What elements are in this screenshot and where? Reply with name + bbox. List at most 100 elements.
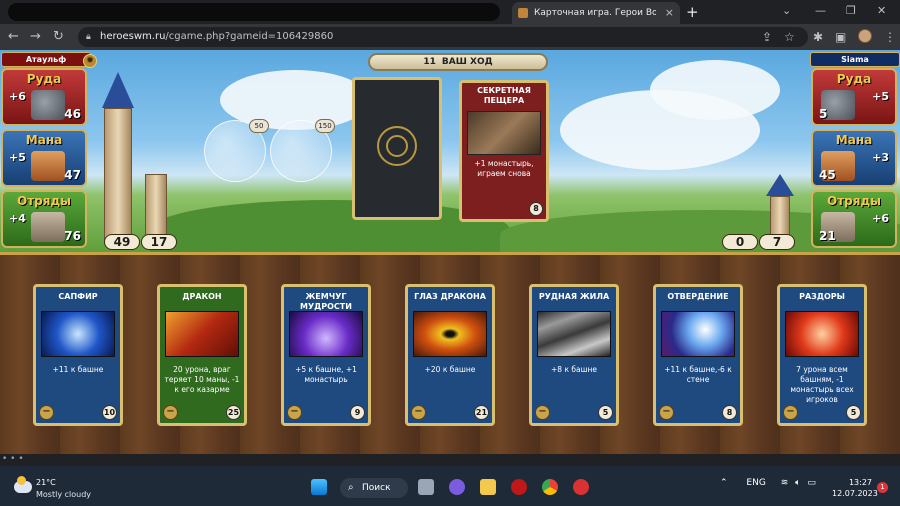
hand-card[interactable]: САПФИР +11 к башне − 10	[33, 284, 123, 426]
card-art	[537, 311, 611, 357]
discard-icon[interactable]: −	[39, 405, 54, 420]
card-title: РУДНАЯ ЖИЛА	[538, 292, 610, 301]
hand-card[interactable]: РАЗДОРЫ 7 урона всем башням, -1 монастыр…	[777, 284, 867, 426]
ore-icon	[31, 90, 65, 120]
card-description: +5 к башне, +1 монастырь	[295, 365, 357, 384]
hand-card[interactable]: ДРАКОН 20 урона, враг теряет 10 маны, -1…	[157, 284, 247, 426]
card-description: +11 к башне,-6 к стене	[664, 365, 732, 384]
battery-icon[interactable]: ▭	[807, 478, 816, 488]
resource-income: +3	[872, 151, 889, 164]
hand-card[interactable]: РУДНАЯ ЖИЛА +8 к башне − 5	[529, 284, 619, 426]
bookmark-star-icon[interactable]: ☆	[784, 28, 795, 46]
resource-income: +5	[872, 90, 889, 103]
clock-time: 13:27	[848, 478, 872, 487]
card-cost: 8	[722, 405, 737, 420]
lock-icon[interactable]: 🔒︎	[86, 27, 91, 47]
discard-icon[interactable]: −	[783, 405, 798, 420]
discard-icon[interactable]: −	[411, 405, 426, 420]
browser-tab-bar: Карточная игра. Герои Войны и Денег × + …	[0, 0, 900, 24]
chat-icon[interactable]	[449, 479, 465, 495]
chevron-up-icon[interactable]: ⌃	[720, 478, 728, 488]
player1-tower	[98, 72, 138, 242]
system-tray[interactable]: ⌃ ENG ≋ 🔈︎ ▭	[720, 478, 816, 488]
card-deck	[352, 77, 442, 220]
resource-label: Руда	[26, 72, 62, 86]
hand-card[interactable]: ГЛАЗ ДРАКОНА +20 к башне − 21	[405, 284, 495, 426]
game-area: Атаульф ✹ Руда +6 46 Мана +5 47 Отряды +…	[0, 50, 900, 454]
chrome-icon[interactable]	[542, 479, 558, 495]
player1-ore-panel: Руда +6 46	[1, 68, 87, 126]
player2-mana-panel: Мана +3 45	[811, 129, 897, 187]
forward-icon[interactable]: →	[30, 28, 41, 46]
app-icon-2[interactable]	[573, 479, 589, 495]
card-description: +11 к башне	[52, 365, 104, 374]
tab-title: Карточная игра. Герои Войны и Денег	[534, 8, 656, 18]
tower-upgrade-bubble[interactable]: 50	[204, 119, 269, 182]
monastery-icon	[31, 151, 65, 181]
resource-label: Отряды	[17, 194, 71, 208]
notification-badge[interactable]: 1	[877, 482, 888, 493]
discard-icon[interactable]: −	[659, 405, 674, 420]
card-title: ОТВЕРДЕНИЕ	[667, 292, 729, 301]
status-dots: • • •	[0, 454, 900, 466]
upgrade-cost: 50	[249, 119, 269, 133]
sidepanel-icon[interactable]: ▣	[835, 28, 846, 46]
player1-mana-panel: Мана +5 47	[1, 129, 87, 187]
maximize-button[interactable]: ❐	[846, 2, 856, 20]
discard-icon[interactable]: −	[163, 405, 178, 420]
discard-icon[interactable]: −	[287, 405, 302, 420]
file-explorer-icon[interactable]	[480, 479, 496, 495]
played-card: СЕКРЕТНАЯ ПЕЩЕРА +1 монастырь, играем сн…	[459, 80, 549, 222]
player2-tower-height: 0	[722, 234, 758, 250]
card-description: +8 к башне	[551, 365, 597, 374]
back-icon[interactable]: ←	[8, 28, 19, 46]
player1-troops-panel: Отряды +4 76	[1, 190, 87, 248]
language-indicator[interactable]: ENG	[746, 478, 765, 488]
active-tab[interactable]: Карточная игра. Герои Войны и Денег ×	[512, 2, 680, 24]
settings-gear-icon[interactable]: ✹	[83, 54, 97, 68]
battlefield-scene: Атаульф ✹ Руда +6 46 Мана +5 47 Отряды +…	[0, 50, 900, 260]
resource-income: +5	[9, 151, 26, 164]
weather-condition[interactable]: Mostly cloudy	[36, 490, 91, 499]
card-art	[467, 111, 541, 155]
hand-card[interactable]: ЖЕМЧУГ МУДРОСТИ +5 к башне, +1 монастырь…	[281, 284, 371, 426]
close-window-button[interactable]: ✕	[877, 2, 886, 20]
profile-avatar[interactable]	[858, 29, 872, 43]
weather-temp[interactable]: 21°C	[36, 478, 56, 487]
card-title: ДРАКОН	[182, 292, 222, 301]
card-cost: 9	[350, 405, 365, 420]
resource-label: Отряды	[827, 194, 881, 208]
hand-card[interactable]: ОТВЕРДЕНИЕ +11 к башне,-6 к стене − 8	[653, 284, 743, 426]
reload-icon[interactable]: ↻	[53, 28, 64, 46]
knight-upgrade-bubble[interactable]: 150	[270, 119, 335, 182]
player1-wall-height: 17	[141, 234, 177, 250]
share-icon[interactable]: ⇪	[762, 28, 772, 46]
new-tab-button[interactable]: +	[686, 2, 699, 22]
player1-wall	[145, 174, 167, 242]
card-title: ЖЕМЧУГ МУДРОСТИ	[300, 292, 352, 311]
task-view-icon[interactable]	[418, 479, 434, 495]
close-tab-icon[interactable]: ×	[665, 2, 674, 24]
weather-cloud-icon[interactable]	[14, 476, 32, 493]
turn-banner: 11 ВАШ ХОД	[368, 53, 548, 71]
card-title: САПФИР	[58, 292, 98, 301]
taskbar-search[interactable]: ⌕ Поиск	[340, 478, 408, 498]
wifi-icon[interactable]: ≋	[781, 478, 789, 488]
url-field[interactable]: 🔒︎ heroeswm.ru/cgame.php?gameid=10642986…	[78, 27, 808, 47]
barracks-icon	[31, 212, 65, 242]
app-icon[interactable]	[511, 479, 527, 495]
card-title: РАЗДОРЫ	[799, 292, 845, 301]
clock-date: 12.07.2023	[832, 489, 878, 498]
clock[interactable]: 13:27 12.07.2023	[832, 477, 878, 499]
menu-kebab-icon[interactable]: ⋮	[884, 28, 896, 46]
resource-amount: 46	[64, 107, 81, 121]
start-windows-icon[interactable]	[311, 479, 327, 495]
player2-wall-height: 7	[759, 234, 795, 250]
discard-icon[interactable]: −	[535, 405, 550, 420]
upgrade-cost: 150	[315, 119, 335, 133]
volume-icon[interactable]: 🔈︎	[795, 478, 800, 488]
extensions-icon[interactable]: ✱	[813, 28, 823, 46]
tab-search-icon[interactable]: ⌄	[782, 2, 791, 20]
minimize-button[interactable]: —	[815, 2, 826, 20]
player2-name: Siama	[810, 52, 900, 67]
